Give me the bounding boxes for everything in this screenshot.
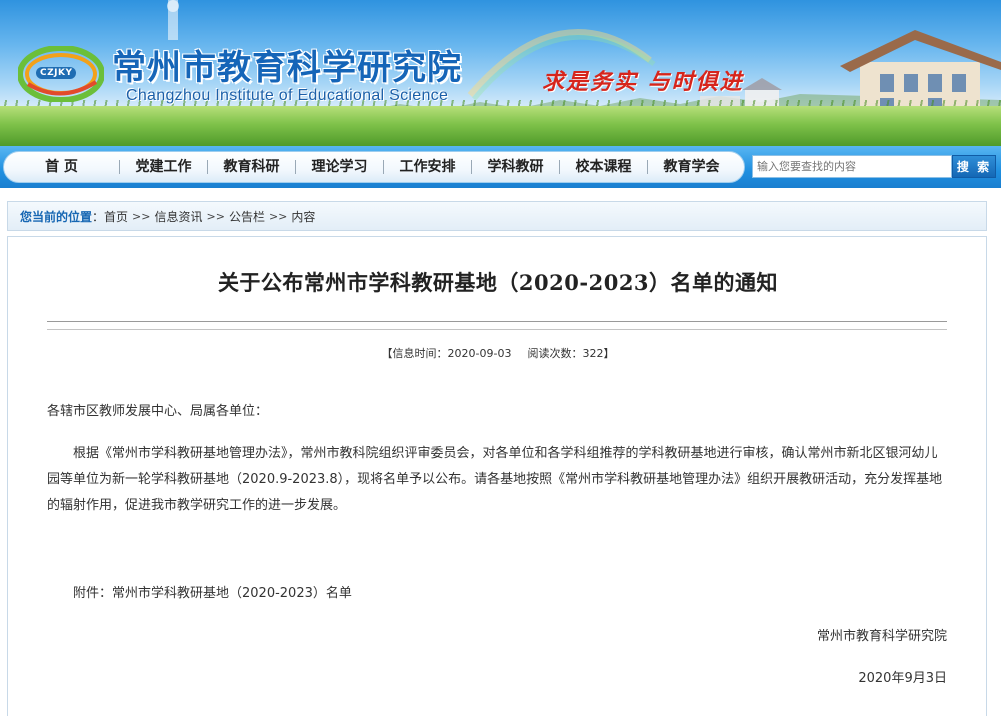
grass-strip [0, 106, 1001, 146]
breadcrumb-separator: >> [268, 209, 288, 223]
nav-item-theory-study[interactable]: 理论学习 [296, 151, 383, 183]
search-input[interactable] [752, 155, 952, 178]
breadcrumb-current: 内容 [291, 209, 316, 224]
header-banner: CZJKY 常州市教育科学研究院 Changzhou Institute of … [0, 0, 1001, 146]
article-meta: 【信息时间：2020-09-03 阅读次数：322】 [8, 345, 988, 361]
main-nav: 首 页 党建工作 教育科研 理论学习 工作安排 学科教研 校本课程 教育学会 搜… [0, 146, 1001, 188]
breadcrumb-colon: ： [92, 209, 105, 224]
site-subtitle: Changzhou Institute of Educational Scien… [126, 87, 449, 104]
title-divider-secondary [47, 329, 947, 330]
slogan: 求是务实 与时俱进 [542, 69, 744, 95]
meta-time-value: 2020-09-03 [447, 347, 512, 360]
breadcrumb-separator: >> [206, 209, 225, 223]
breadcrumb-bulletin[interactable]: 公告栏 [229, 208, 265, 225]
breadcrumb: 您当前的位置： 首页 >> 信息资讯 >> 公告栏 >> 内容 [7, 201, 987, 231]
nav-item-education-society[interactable]: 教育学会 [648, 151, 735, 183]
article-salutation: 各辖市区教师发展中心、局属各单位： [47, 404, 269, 419]
breadcrumb-news[interactable]: 信息资讯 [154, 208, 202, 225]
logo-badge-text: CZJKY [36, 67, 77, 79]
nav-item-education-research[interactable]: 教育科研 [208, 151, 295, 183]
title-divider [47, 321, 947, 322]
nav-item-school-curriculum[interactable]: 校本课程 [560, 151, 647, 183]
meta-close-bracket: 】 [603, 347, 615, 360]
meta-views-label: 阅读次数： [527, 347, 583, 360]
breadcrumb-label: 您当前的位置 [20, 209, 93, 224]
article-body: 根据《常州市学科教研基地管理办法》，常州市教科院组织评审委员会，对各单位和各学科… [47, 446, 943, 513]
meta-open-bracket: 【 [381, 347, 393, 360]
breadcrumb-home[interactable]: 首页 [104, 208, 128, 225]
nav-item-work-schedule[interactable]: 工作安排 [384, 151, 471, 183]
search-button[interactable]: 搜 索 [952, 155, 996, 178]
nav-item-home[interactable]: 首 页 [4, 151, 119, 183]
article-signature: 常州市教育科学研究院 [816, 629, 947, 644]
article-panel: 关于公布常州市学科教研基地（2020-2023）名单的通知 【信息时间：2020… [7, 236, 987, 716]
meta-time-label: 信息时间： [392, 347, 448, 360]
nav-item-party-work[interactable]: 党建工作 [120, 151, 207, 183]
site-title: 常州市教育科学研究院 [112, 48, 462, 88]
nav-item-subject-research[interactable]: 学科教研 [472, 151, 559, 183]
meta-views-value: 322 [582, 347, 604, 360]
article-date: 2020年9月3日 [858, 671, 947, 686]
breadcrumb-separator: >> [132, 209, 151, 223]
nav-menu: 首 页 党建工作 教育科研 理论学习 工作安排 学科教研 校本课程 教育学会 [3, 151, 745, 183]
article-attachment[interactable]: 附件：常州市学科教研基地（2020-2023）名单 [47, 581, 947, 607]
article-title: 关于公布常州市学科教研基地（2020-2023）名单的通知 [217, 270, 779, 295]
